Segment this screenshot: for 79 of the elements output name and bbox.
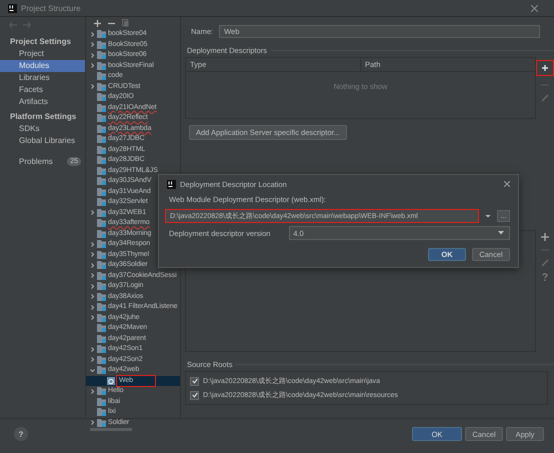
module-folder-icon [97,114,106,122]
module-folder-icon [97,135,106,144]
module-folder-icon [97,230,106,238]
problems-item[interactable]: Problems [19,157,68,166]
expand-right-icon[interactable] [90,315,95,320]
window-title: Project Structure [21,4,81,12]
web-module-icon [107,376,115,385]
module-folder-icon [97,40,106,49]
expand-right-icon[interactable] [90,346,95,352]
checkbox[interactable] [190,376,199,386]
expand-right-icon[interactable] [90,420,95,426]
add-icon[interactable] [536,60,554,76]
module-folder-icon [97,356,106,364]
expand-right-icon[interactable] [90,32,95,37]
expand-right-icon[interactable] [90,294,95,300]
module-folder-icon [97,398,106,406]
module-folder-icon [97,272,106,280]
module-folder-icon [97,303,106,312]
module-folder-icon [97,324,106,332]
module-folder-icon [97,314,106,322]
module-folder-icon [97,334,106,343]
module-folder-icon [97,208,106,217]
add-icon[interactable] [94,20,101,26]
module-folder-icon [97,156,106,164]
help-icon[interactable] [542,273,548,281]
module-folder-icon [97,387,106,396]
expand-right-icon[interactable] [90,63,95,68]
sidebar-item[interactable]: Facets [0,84,85,96]
sidebar-item[interactable]: SDKs [0,123,85,135]
help-button[interactable]: ? [14,427,28,441]
module-folder-icon [97,72,106,80]
module-folder-icon [97,261,106,270]
dropdown-caret-icon[interactable] [498,231,504,235]
checkbox[interactable] [190,390,199,400]
sidebar-item[interactable]: Artifacts [0,96,85,108]
expand-right-icon[interactable] [90,42,95,48]
module-folder-icon [97,30,106,38]
section-heading: Platform Settings [9,111,78,123]
expand-right-icon[interactable] [90,84,95,90]
app-logo-icon [8,4,17,12]
close-icon[interactable] [531,4,538,12]
module-folder-icon [97,104,106,112]
module-folder-icon [97,51,106,60]
module-folder-icon [97,62,106,70]
expand-right-icon[interactable] [90,210,95,216]
sidebar-item[interactable]: Modules [0,60,85,72]
expand-right-icon[interactable] [90,284,95,289]
module-folder-icon [97,250,106,259]
module-folder-icon [97,177,106,186]
sidebar-item[interactable]: Global Libraries [0,135,85,147]
expand-right-icon[interactable] [90,304,95,310]
expand-right-icon[interactable] [90,52,95,58]
expand-right-icon[interactable] [90,273,95,278]
section-heading: Project Settings [9,36,72,48]
module-folder-icon [97,345,106,354]
app-logo-icon [167,180,176,188]
module-folder-icon [97,93,106,102]
module-folder-icon [97,240,106,248]
module-folder-icon [97,188,106,196]
module-folder-icon [97,366,106,374]
close-icon[interactable] [504,181,510,187]
module-folder-icon [97,408,106,416]
module-folder-icon [97,292,106,301]
expand-right-icon[interactable] [90,388,95,394]
module-folder-icon [97,282,106,290]
expand-right-icon[interactable] [90,262,95,268]
module-folder-icon [97,219,106,228]
sidebar-item[interactable]: Project [0,48,85,60]
sidebar-item[interactable]: Libraries [0,72,85,84]
expand-right-icon[interactable] [90,252,95,258]
expand-down-icon[interactable] [90,368,95,373]
module-folder-icon [97,124,106,133]
module-folder-icon [97,198,106,206]
add-icon[interactable] [541,233,549,241]
module-folder-icon [97,146,106,154]
expand-right-icon[interactable] [90,242,95,247]
module-folder-icon [97,82,106,91]
expand-right-icon[interactable] [90,357,95,362]
module-folder-icon [97,166,106,175]
